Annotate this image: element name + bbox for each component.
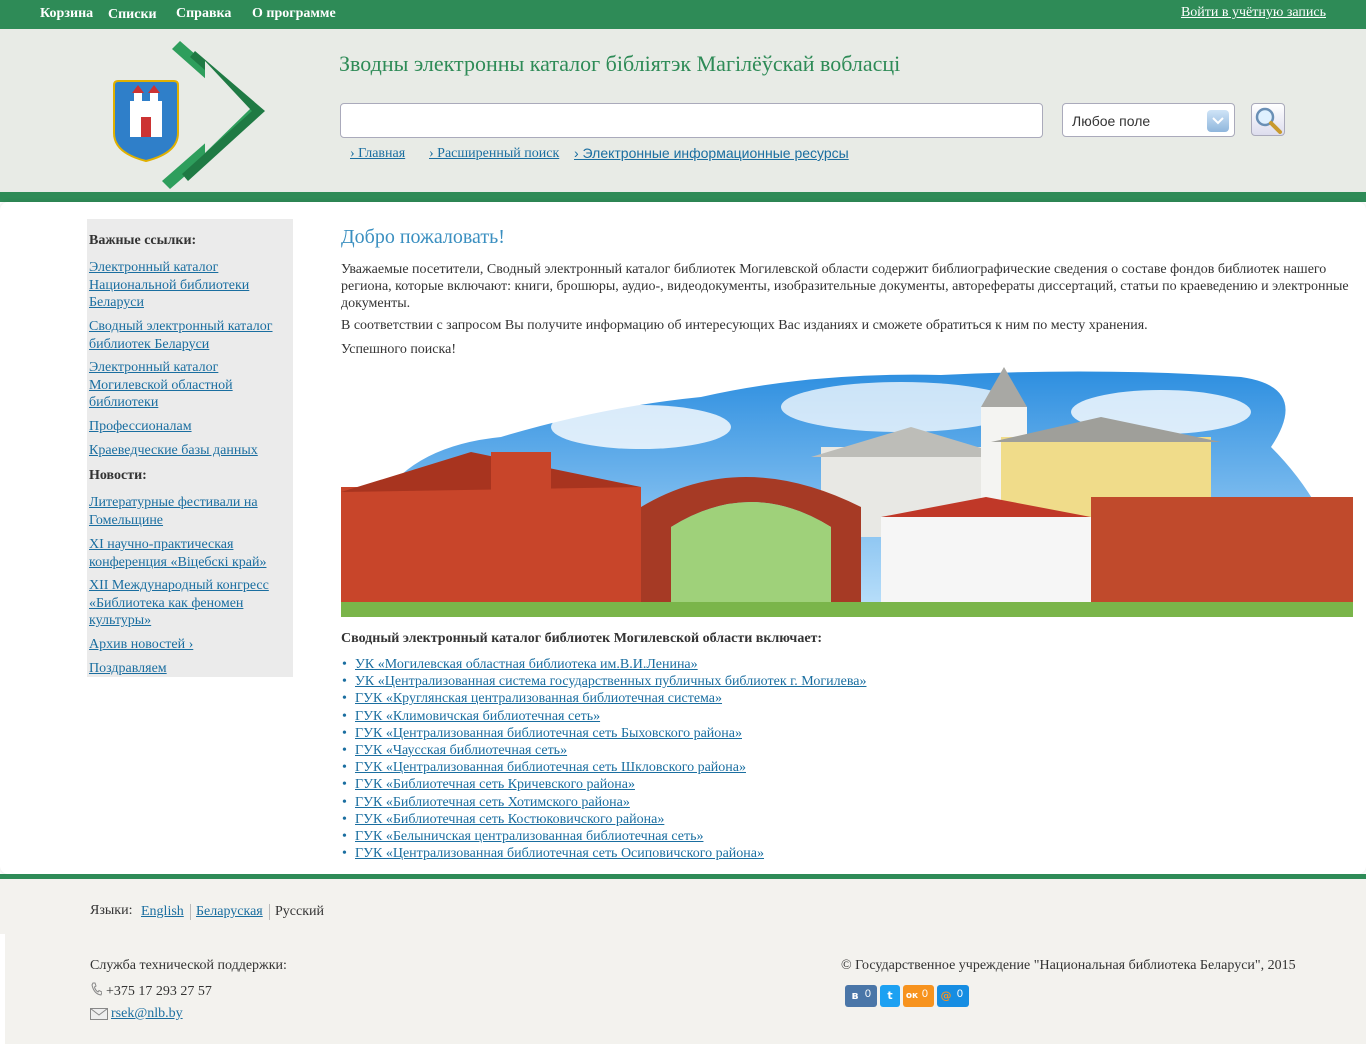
search-field-value: Любое поле [1072,113,1151,129]
list-item: ГУК «Библиотечная сеть Костюковичского р… [342,811,1255,828]
list-item: ГУК «Белыничская централизованная библио… [342,828,1255,845]
sidebar-link-nlb-catalog[interactable]: Электронный каталог Национальной библиот… [89,259,279,312]
list-item: ГУК «Централизованная библиотечная сеть … [342,759,1255,776]
library-link[interactable]: ГУК «Круглянская централизованная библио… [355,691,722,706]
mail-icon [90,1008,108,1025]
footer-edge [0,934,5,1044]
list-item: ГУК «Централизованная библиотечная сеть … [342,725,1255,742]
news-item[interactable]: Поздравляем [89,660,279,678]
share-mailru-button[interactable]: @ 0 [937,985,969,1007]
intro-paragraph-2: В соответствии с запросом Вы получите ин… [341,318,1148,333]
library-link[interactable]: ГУК «Белыничская централизованная библио… [355,829,703,844]
list-item: ГУК «Климовичская библиотечная сеть» [342,708,1255,725]
header-divider [0,192,1366,202]
library-link[interactable]: ГУК «Библиотечная сеть Хотимского района… [355,795,630,810]
list-item: ГУК «Чаусская библиотечная сеть» [342,742,1255,759]
list-item: ГУК «Библиотечная сеть Кричевского район… [342,776,1255,793]
support-phone: +375 17 293 27 57 [106,984,212,999]
lang-russian-current: Русский [275,904,324,919]
library-link[interactable]: ГУК «Чаусская библиотечная сеть» [355,743,567,758]
libraries-heading: Сводный электронный каталог библиотек Мо… [341,631,823,646]
share-ok-button[interactable]: ок 0 [903,985,934,1007]
twitter-icon: t [887,989,893,1002]
nav-advanced-search[interactable]: › Расширенный поиск [429,146,559,162]
sidebar: Важные ссылки: Электронный каталог Нацио… [87,219,293,677]
languages-label: Языки: [90,903,133,918]
sidebar-link-local-history[interactable]: Краеведческие базы данных [89,442,279,460]
libraries-list: УК «Могилевская областная библиотека им.… [342,656,1255,862]
phone-icon [90,982,103,1001]
support-email[interactable]: rsek@nlb.by [111,1006,183,1022]
share-twitter-button[interactable]: t [880,985,900,1007]
vk-icon: в [851,989,859,1002]
list-item: ГУК «Централизованная библиотечная сеть … [342,845,1255,862]
list-item: УК «Централизованная система государстве… [342,673,1255,690]
news-item[interactable]: XI научно-практическая конференция «Віце… [89,536,279,571]
share-count: 0 [921,988,928,1000]
support-label: Служба технической поддержки: [90,958,287,973]
share-vk-button[interactable]: в 0 [845,985,877,1007]
menu-cart[interactable]: Корзина [40,6,93,22]
share-count: 0 [864,988,871,1000]
copyright: © Государственное учреждение "Национальн… [841,958,1296,973]
menu-lists[interactable]: Списки [108,7,157,23]
library-link[interactable]: ГУК «Библиотечная сеть Костюковичского р… [355,812,664,827]
news-item[interactable]: XII Международный конгресс «Библиотека к… [89,577,279,630]
lang-separator [269,904,270,920]
chevron-down-icon[interactable] [1207,110,1229,132]
lang-belarusian[interactable]: Беларуская [196,904,263,920]
library-link[interactable]: УК «Централизованная система государстве… [355,674,866,689]
news-archive-link[interactable]: Архив новостей › [89,636,279,654]
list-item: ГУК «Круглянская централизованная библио… [342,690,1255,707]
library-link[interactable]: ГУК «Климовичская библиотечная сеть» [355,709,600,724]
search-icon [1255,107,1282,134]
list-item: ГУК «Библиотечная сеть Хотимского района… [342,794,1255,811]
library-link[interactable]: ГУК «Централизованная библиотечная сеть … [355,760,746,775]
list-item: УК «Могилевская областная библиотека им.… [342,656,1255,673]
header: Зводны электронны каталог бібліятэк Магі… [0,29,1366,192]
menu-help[interactable]: Справка [176,6,231,22]
search-input[interactable] [340,103,1043,138]
news-heading: Новости: [89,468,147,483]
welcome-heading: Добро пожаловать! [341,226,505,248]
mailru-icon: @ [940,989,952,1002]
sidebar-link-belarus-catalog[interactable]: Сводный электронный каталог библиотек Бе… [89,318,279,353]
intro-paragraph: Уважаемые посетители, Сводный электронны… [341,262,1349,311]
site-logo[interactable] [110,41,270,191]
banner-image [341,367,1353,617]
search-button[interactable] [1251,103,1285,136]
library-link[interactable]: УК «Могилевская областная библиотека им.… [355,657,698,672]
site-title: Зводны электронны каталог бібліятэк Магі… [339,51,901,76]
library-link[interactable]: ГУК «Библиотечная сеть Кричевского район… [355,777,635,792]
lang-english[interactable]: English [141,904,184,920]
news-item[interactable]: Литературные фестивали на Гомельщине [89,494,279,529]
footer: Языки: English Беларуская Русский Служба… [0,879,1366,1044]
library-link[interactable]: ГУК «Централизованная библиотечная сеть … [355,726,742,741]
sidebar-link-professionals[interactable]: Профессионалам [89,418,279,436]
odnoklassniki-icon: ок [905,991,919,1001]
login-link[interactable]: Войти в учётную запись [1181,5,1326,21]
share-count: 0 [956,988,963,1000]
important-links-heading: Важные ссылки: [89,233,197,248]
menu-about[interactable]: О программе [252,6,336,22]
search-field-select[interactable]: Любое поле [1062,103,1235,137]
lang-separator [190,904,191,920]
nav-home[interactable]: › Главная [350,146,405,162]
nav-electronic-resources[interactable]: › Электронные информационные ресурсы [574,145,849,161]
library-link[interactable]: ГУК «Централизованная библиотечная сеть … [355,846,764,861]
top-menu-bar: Корзина Списки Справка О программе Войти… [0,0,1366,29]
intro-paragraph-3: Успешного поиска! [341,342,456,357]
sidebar-link-mogilev-catalog[interactable]: Электронный каталог Могилевской областно… [89,359,279,412]
